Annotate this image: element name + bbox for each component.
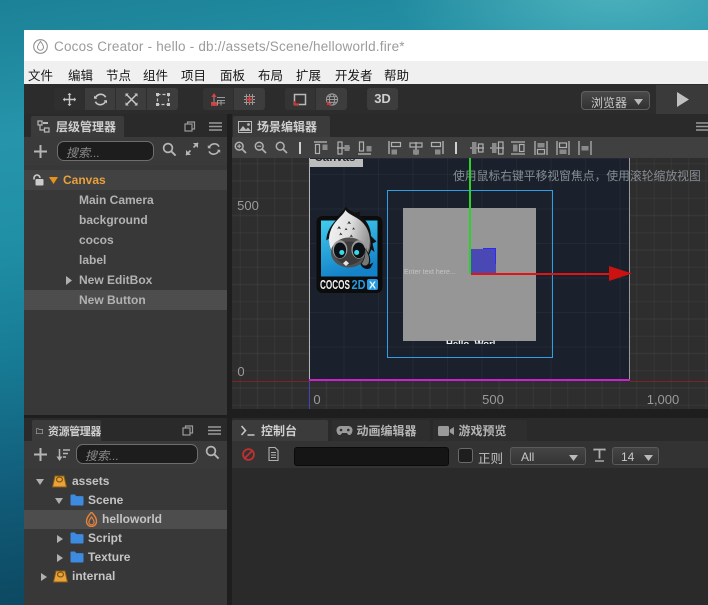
svg-text:X: X	[369, 280, 376, 292]
svg-text:COCOS: COCOS	[320, 278, 350, 292]
svg-text:2D: 2D	[352, 278, 366, 292]
